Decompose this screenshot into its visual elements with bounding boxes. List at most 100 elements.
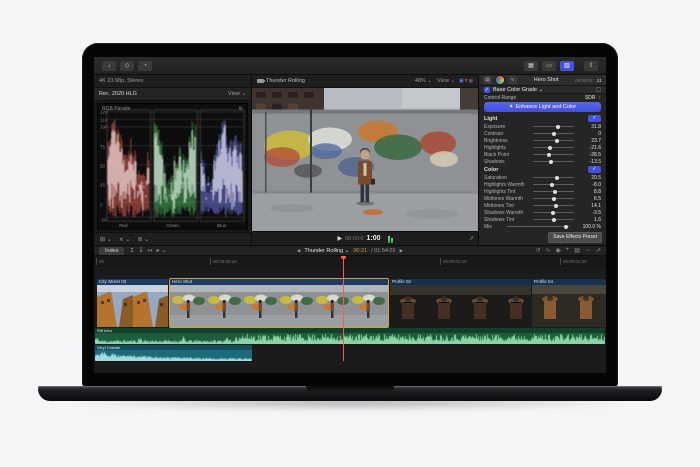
insert-clip-icon[interactable]: ↧	[139, 247, 144, 254]
slider-thumb[interactable]	[548, 145, 553, 150]
slider-value: -21.6	[589, 144, 601, 151]
slider-track[interactable]	[533, 203, 574, 208]
playhead[interactable]	[341, 256, 346, 361]
next-project-icon[interactable]: ▶	[400, 248, 403, 254]
slider-track[interactable]	[533, 159, 574, 164]
slider-value: 0	[598, 130, 601, 137]
slider-thumb[interactable]	[556, 124, 561, 129]
control-range-label: Control Range	[484, 94, 517, 101]
timeline-project-nav: ◀ Thunder Rolling ⌄ 00:21 / 01:54:01 ▶	[297, 248, 403, 254]
viewer-zoom-menu[interactable]: 48% ⌄	[415, 78, 432, 84]
index-button[interactable]: Index	[99, 246, 125, 255]
audio-clip-riff-intro[interactable]: Riff Intro	[95, 328, 605, 344]
slider-track[interactable]	[533, 131, 574, 136]
slider-thumb[interactable]	[549, 159, 554, 164]
slider-track[interactable]	[533, 152, 574, 157]
mix-value: 100.0 %	[582, 223, 601, 230]
background-tasks-icon[interactable]: ◔	[138, 60, 152, 71]
audio-meters[interactable]	[387, 235, 393, 243]
slider-thumb[interactable]	[546, 152, 551, 157]
viewer-view-menu[interactable]: View ⌄	[437, 78, 455, 84]
audio-inspector-icon[interactable]: ∿	[508, 76, 517, 84]
share-icon[interactable]: ⇧	[584, 60, 598, 71]
clip-profile-04[interactable]: Profile 04	[532, 279, 606, 327]
scope-layout-icon[interactable]: ⊞ ⌄	[100, 236, 112, 243]
media-import-icon[interactable]: ↓	[102, 60, 116, 71]
control-range-row: Control Range SDR ↕	[479, 94, 606, 101]
slider-track[interactable]	[533, 138, 574, 143]
audio-skimming-icon[interactable]: ∿	[546, 247, 551, 254]
scope-channel-label: Green	[166, 223, 179, 228]
project-name-menu[interactable]: Thunder Rolling ⌄	[304, 248, 349, 254]
slider-thumb[interactable]	[551, 217, 556, 222]
slider-track[interactable]	[533, 145, 574, 150]
clip-thumbnails	[170, 285, 388, 327]
slider-track[interactable]	[533, 189, 574, 194]
slider-label: Saturation	[484, 174, 507, 181]
append-clip-icon[interactable]: ↦	[148, 247, 153, 254]
slider-value: 14.1	[591, 202, 601, 209]
timeline-expand-icon[interactable]: ⇗	[596, 247, 601, 254]
slider-black-point: Black Point -28.5	[479, 151, 606, 158]
color-inspector-icon[interactable]	[495, 75, 505, 85]
video-inspector-icon[interactable]: ▤	[483, 76, 492, 84]
toggle-light[interactable]: ✓	[588, 115, 601, 123]
slider-thumb[interactable]	[551, 131, 556, 136]
clip-hero-shot[interactable]: Hero Shot	[169, 278, 389, 328]
zoom-fit-icon[interactable]: ↔	[585, 247, 591, 254]
enhance-light-color-button[interactable]: ✦ Enhance Light and Color	[484, 102, 601, 113]
control-range-value[interactable]: SDR	[585, 95, 596, 101]
viewer-options-icon[interactable]: ◎	[469, 78, 473, 84]
tool-select-icon[interactable]: ▸ ⌄	[157, 247, 167, 254]
macbook-base	[38, 386, 662, 401]
appearance-icon[interactable]: ▤	[574, 247, 580, 254]
toggle-color[interactable]: ✓	[588, 166, 601, 174]
slider-thumb[interactable]	[553, 203, 558, 208]
scope-options-icon[interactable]: ⊛ ⌄	[137, 236, 149, 243]
slider-track[interactable]	[533, 210, 574, 215]
browser-toggle-icon[interactable]: ▦	[524, 60, 538, 71]
connect-clip-icon[interactable]: ↥	[129, 247, 134, 254]
scope-axis-label: 100	[100, 124, 108, 130]
slider-track[interactable]	[533, 196, 574, 201]
scope-tools-icon[interactable]: ⨯ ⌄	[119, 236, 131, 243]
clip-city-street-03[interactable]: City Street 03	[97, 279, 168, 327]
timeline-toggle-icon[interactable]: ▭	[542, 60, 556, 71]
slider-midtones-tint: Midtones Tint 14.1	[479, 202, 606, 209]
audio-clip-vinyl-crackle[interactable]: Vinyl Crackle	[95, 345, 252, 361]
effect-name[interactable]: Base Color Grade ⌄	[493, 87, 592, 93]
effect-header-row[interactable]: ✓ Base Color Grade ⌄ ▢	[479, 86, 606, 95]
slider-track[interactable]	[533, 217, 574, 222]
slider-track[interactable]	[533, 175, 574, 180]
clip-profile-02[interactable]: Profile 02	[390, 279, 531, 327]
keywords-icon[interactable]: ◇	[120, 60, 134, 71]
scope-settings-icon[interactable]: ⚙	[239, 106, 243, 112]
snapping-icon[interactable]: +	[566, 247, 570, 254]
slider-thumb[interactable]	[552, 189, 557, 194]
scopes-header: Rec. 2020 HLG View ⌄	[94, 88, 251, 101]
control-range-stepper-icon[interactable]: ↕	[599, 95, 602, 101]
inspector-toggle-icon[interactable]: ▥	[560, 60, 574, 71]
save-effects-preset-button[interactable]: Save Effects Preset	[548, 231, 602, 243]
slider-track[interactable]	[533, 124, 574, 129]
slider-thumb[interactable]	[550, 210, 555, 215]
solo-icon[interactable]: ◉	[556, 247, 561, 254]
scope-view-menu[interactable]: View ⌄	[228, 91, 246, 97]
slider-thumb[interactable]	[555, 138, 560, 143]
slider-shadows-tint: Shadows Tint 1.6	[479, 216, 606, 223]
prev-project-icon[interactable]: ◀	[297, 248, 300, 254]
skimming-icon[interactable]: ↺	[535, 247, 540, 254]
slider-track[interactable]	[533, 182, 574, 187]
mix-slider[interactable]	[507, 224, 570, 229]
browser-info-bar: 4K 23.98p, Stereo	[94, 75, 251, 88]
viewer-fullscreen-icon[interactable]: ⇗	[469, 235, 474, 242]
scope-footer: ⊞ ⌄ ⨯ ⌄ ⊛ ⌄	[94, 232, 251, 245]
slider-value: 20.5	[591, 174, 601, 181]
slider-thumb[interactable]	[550, 182, 555, 187]
slider-thumb[interactable]	[554, 175, 559, 180]
keyframe-icon[interactable]: ▢	[595, 86, 601, 93]
scope-waveform	[98, 104, 247, 229]
play-button[interactable]: ▶	[338, 235, 343, 242]
slider-thumb[interactable]	[552, 196, 557, 201]
effect-enable-checkbox[interactable]: ✓	[484, 86, 490, 93]
